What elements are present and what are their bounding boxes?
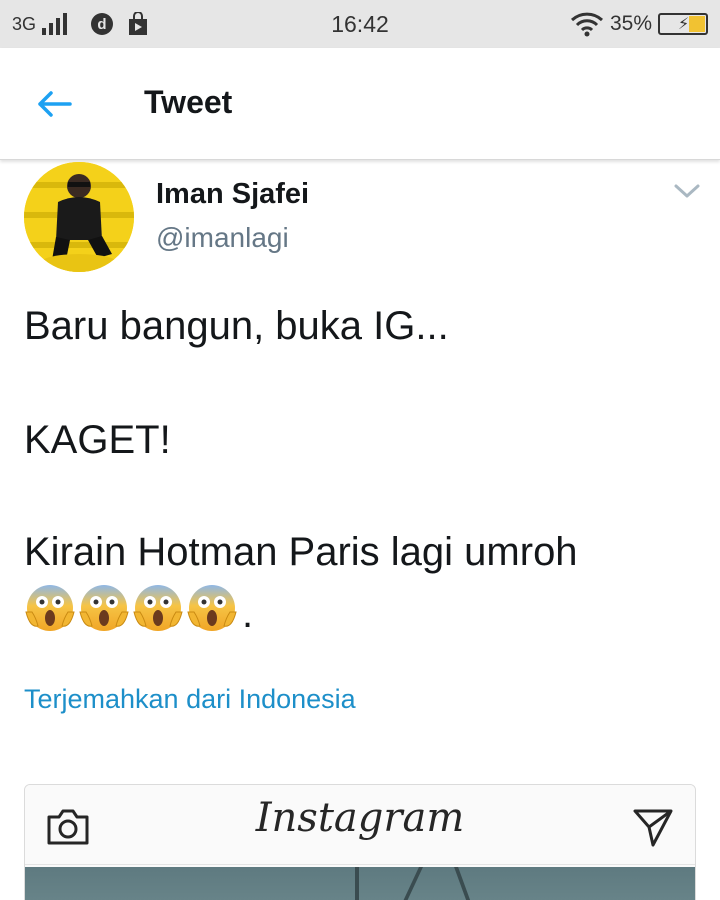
status-bar: 3G d 16:42 35% ⚡ xyxy=(0,0,720,48)
tweet-text-line: KAGET! xyxy=(24,418,171,462)
trailing-punctuation: . xyxy=(242,592,254,636)
translate-link[interactable]: Terjemahkan dari Indonesia xyxy=(24,684,356,715)
author-handle[interactable]: @imanlagi xyxy=(156,222,289,254)
page-title: Tweet xyxy=(144,84,233,120)
face-screaming-in-fear-icon xyxy=(25,585,75,631)
emoji-row: . xyxy=(24,582,253,634)
send-icon[interactable] xyxy=(631,805,675,849)
wifi-icon xyxy=(570,12,603,37)
face-screaming-in-fear-icon xyxy=(133,585,183,631)
tweet-text-line: Kirain Hotman Paris lagi umroh xyxy=(24,530,578,574)
status-right: 35% ⚡ xyxy=(570,0,708,48)
instagram-logo: Instagram xyxy=(255,795,465,841)
battery-icon: ⚡ xyxy=(658,13,708,35)
image-detail xyxy=(454,867,480,900)
chevron-down-icon xyxy=(674,184,700,198)
avatar[interactable] xyxy=(24,162,134,272)
tweet-options-button[interactable] xyxy=(670,178,704,204)
avatar-image xyxy=(24,162,134,272)
face-screaming-in-fear-icon xyxy=(187,585,237,631)
instagram-embed[interactable]: Instagram xyxy=(24,784,696,900)
charging-bolt-icon: ⚡ xyxy=(678,16,690,33)
image-detail xyxy=(391,867,423,900)
tweet-text-line: Baru bangun, buka IG... xyxy=(24,304,449,348)
arrow-left-icon xyxy=(38,91,72,117)
face-screaming-in-fear-icon xyxy=(79,585,129,631)
instagram-header: Instagram xyxy=(25,785,695,865)
app-bar: Tweet xyxy=(0,48,720,160)
instagram-post-image[interactable] xyxy=(25,867,695,900)
author-name[interactable]: Iman Sjafei xyxy=(156,178,309,211)
battery-percent: 35% xyxy=(609,12,652,35)
image-detail xyxy=(355,867,359,900)
back-button[interactable] xyxy=(28,78,80,130)
battery-fill xyxy=(688,16,705,32)
